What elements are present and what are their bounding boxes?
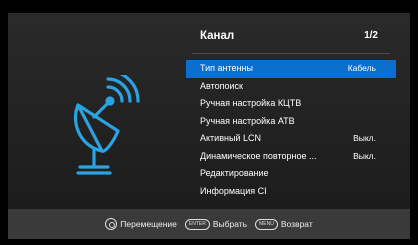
hint-select: ENTER Выбрать (184, 218, 248, 230)
menu-item-label: Редактирование (200, 168, 269, 178)
menu-header: Канал 1/2 (186, 13, 396, 51)
menu-item-edit[interactable]: Редактирование (186, 165, 396, 183)
help-bar: Перемещение ENTER Выбрать MENU Возврат (8, 209, 410, 239)
menu-item-label: Ручная настройка КЦТВ (200, 98, 302, 108)
menu-item-dynamic-rescan[interactable]: Динамическое повторное ... Выкл. (186, 148, 396, 166)
menu-item-label: Ручная настройка АТВ (200, 115, 295, 126)
divider (192, 53, 390, 54)
menu-item-label: Информация CI (200, 185, 267, 196)
hint-move: Перемещение (105, 218, 177, 230)
menu-item-antenna-type[interactable]: Тип антенны Кабель (186, 60, 396, 78)
menu-item-label: Динамическое повторное ... (200, 150, 317, 161)
menu-item-value: Выкл. (353, 150, 376, 161)
enter-key-icon: ENTER (184, 218, 210, 230)
channel-menu: Канал 1/2 Тип антенны Кабель Автопоиск Р… (186, 13, 396, 200)
hint-back-label: Возврат (280, 219, 313, 229)
menu-item-label: Активный LCN (200, 133, 261, 143)
hint-select-label: Выбрать (212, 219, 248, 229)
menu-item-ci-info[interactable]: Информация CI (186, 183, 396, 201)
menu-item-value: Выкл. (353, 133, 376, 143)
menu-item-active-lcn[interactable]: Активный LCN Выкл. (186, 130, 396, 148)
hint-move-label: Перемещение (120, 219, 177, 229)
satellite-dish-icon (73, 75, 140, 175)
menu-item-manual-atv[interactable]: Ручная настройка АТВ (186, 113, 396, 131)
menu-item-value: Кабель (347, 63, 376, 73)
menu-title: Канал (200, 30, 235, 42)
menu-item-autosearch[interactable]: Автопоиск (186, 78, 396, 96)
menu-key-icon: MENU (255, 218, 278, 230)
tv-screen: Канал 1/2 Тип антенны Кабель Автопоиск Р… (0, 0, 418, 245)
menu-item-label: Тип антенны (200, 63, 253, 73)
hint-back: MENU Возврат (255, 218, 313, 230)
menu-item-manual-dtv[interactable]: Ручная настройка КЦТВ (186, 95, 396, 113)
page-indicator: 1/2 (364, 30, 378, 41)
menu-item-label: Автопоиск (200, 80, 243, 91)
nav-key-icon (105, 218, 118, 230)
